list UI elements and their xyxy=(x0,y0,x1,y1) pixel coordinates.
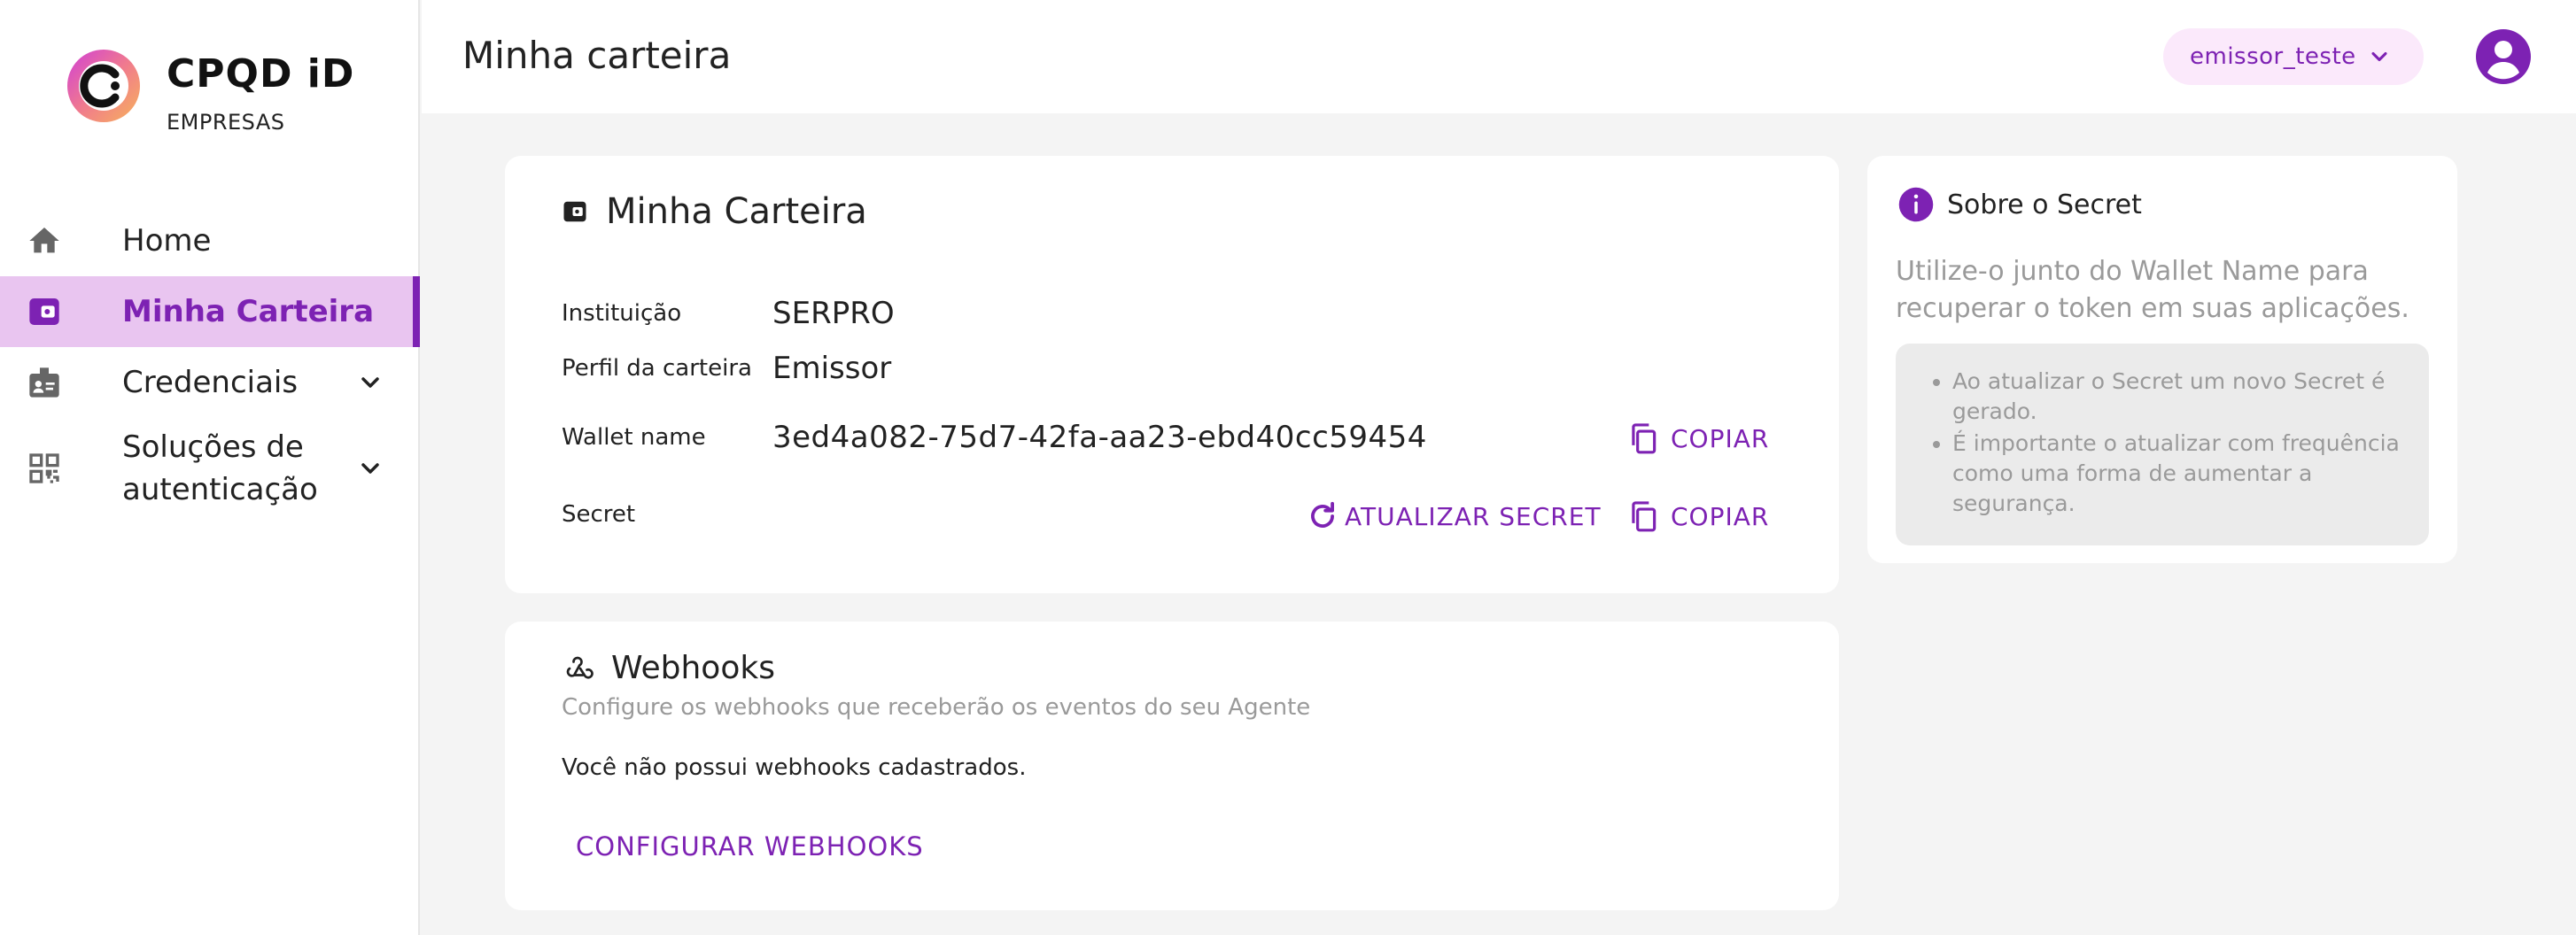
sidebar-item-label: Home xyxy=(122,223,212,259)
list-item: É importante o atualizar com frequência … xyxy=(1952,429,2411,519)
copy-wallet-name-button[interactable]: COPIAR xyxy=(1626,421,1769,455)
sidebar-item-label: Soluções de autenticação xyxy=(122,429,318,507)
sidebar-item-credenciais[interactable]: Credenciais xyxy=(0,347,420,418)
chevron-down-icon xyxy=(361,377,379,388)
chevron-down-icon xyxy=(2371,51,2387,62)
sidebar-item-minha-carteira[interactable]: Minha Carteira xyxy=(0,276,420,347)
copy-icon xyxy=(1632,501,1657,532)
sidebar-item-label: Minha Carteira xyxy=(122,294,375,329)
field-value: SERPRO xyxy=(772,296,895,331)
sidebar-item-home[interactable]: Home xyxy=(0,205,420,276)
top-bar: Minha carteira emissor_teste xyxy=(422,0,2576,113)
secret-info-card: Sobre o Secret Utilize-o junto do Wallet… xyxy=(1867,156,2457,563)
sidebar: CPQD iD EMPRESAS Home Minha Carteira Cre… xyxy=(0,0,420,935)
copy-icon xyxy=(1632,423,1657,454)
user-select-value: emissor_teste xyxy=(2190,43,2356,70)
webhook-icon xyxy=(566,656,594,679)
copy-secret-button[interactable]: COPIAR xyxy=(1626,499,1769,533)
field-label: Instituição xyxy=(562,300,682,327)
refresh-label: ATUALIZAR SECRET xyxy=(1345,501,1602,531)
secret-info-description: Utilize-o junto do Wallet Name para recu… xyxy=(1896,256,2409,324)
info-icon xyxy=(1898,187,1934,222)
chevron-down-icon xyxy=(361,463,379,474)
card-title: Webhooks xyxy=(611,650,775,686)
wallet-icon xyxy=(563,201,586,222)
id-card-icon xyxy=(27,365,62,400)
wallet-row-secret: Secret xyxy=(562,501,772,528)
field-label: Secret xyxy=(562,501,636,528)
wallet-row-perfil: Perfil da carteira Emissor xyxy=(562,351,891,386)
wallet-row-instituicao: Instituição SERPRO xyxy=(562,296,895,331)
webhooks-empty-message: Você não possui webhooks cadastrados. xyxy=(562,754,1027,781)
avatar-icon[interactable] xyxy=(2475,28,2532,85)
webhooks-card: Webhooks Configure os webhooks que receb… xyxy=(505,622,1839,910)
logo-icon xyxy=(67,50,140,122)
configure-webhooks-button[interactable]: CONFIGURAR WEBHOOKS xyxy=(562,818,938,875)
copy-label: COPIAR xyxy=(1671,423,1770,453)
page-title: Minha carteira xyxy=(462,34,732,77)
wallet-icon xyxy=(27,294,62,329)
refresh-secret-button[interactable]: ATUALIZAR SECRET xyxy=(1306,499,1602,533)
card-title: Minha Carteira xyxy=(606,191,867,232)
brand-name: CPQD iD xyxy=(167,51,355,97)
webhooks-subtitle: Configure os webhooks que receberão os e… xyxy=(562,694,1311,721)
user-select[interactable]: emissor_teste xyxy=(2163,28,2424,85)
sidebar-item-solucoes-autenticacao[interactable]: Soluções de autenticação xyxy=(0,418,420,519)
list-item: Ao atualizar o Secret um novo Secret é g… xyxy=(1952,367,2411,427)
field-label: Wallet name xyxy=(562,424,706,451)
copy-label: COPIAR xyxy=(1671,501,1770,531)
field-value: Emissor xyxy=(772,351,892,386)
home-icon xyxy=(27,223,62,259)
brand-subtitle: EMPRESAS xyxy=(167,110,285,135)
wallet-row-wallet-name: Wallet name 3ed4a082-75d7-42fa-aa23-ebd4… xyxy=(562,420,1427,455)
wallet-name-value: 3ed4a082-75d7-42fa-aa23-ebd40cc59454 xyxy=(772,420,1427,455)
secret-info-title: Sobre o Secret xyxy=(1947,189,2142,220)
secret-info-notes: Ao atualizar o Secret um novo Secret é g… xyxy=(1896,344,2429,545)
sidebar-item-label: Credenciais xyxy=(122,365,299,400)
field-label: Perfil da carteira xyxy=(562,355,752,382)
brand[interactable]: CPQD iD EMPRESAS xyxy=(66,48,354,135)
wallet-card: Minha Carteira Instituição SERPRO Perfil… xyxy=(505,156,1839,593)
qr-code-icon xyxy=(27,451,62,486)
refresh-icon xyxy=(1311,501,1334,528)
sidebar-nav: Home Minha Carteira Credenciais Soluções… xyxy=(0,205,420,519)
